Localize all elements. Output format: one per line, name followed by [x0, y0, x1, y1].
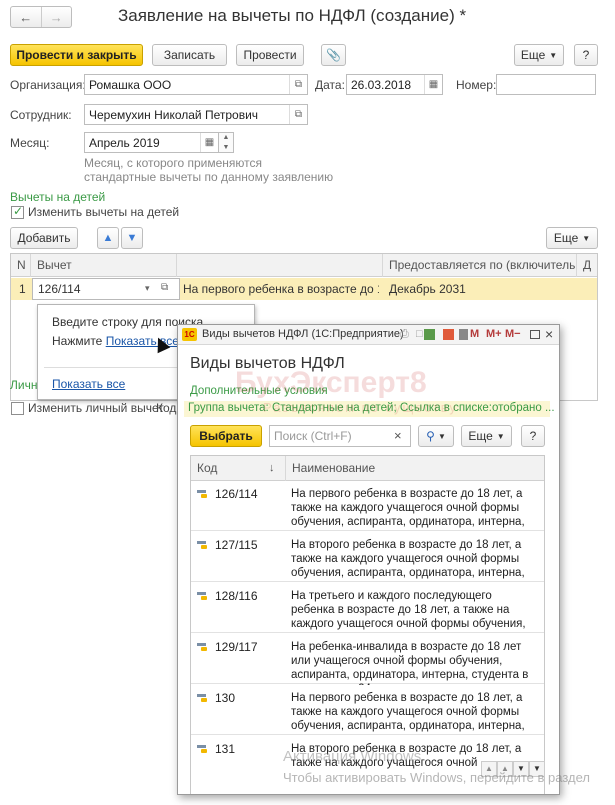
forward-arrow-icon[interactable]: →	[42, 7, 72, 27]
memory-add-icon[interactable]: M+	[486, 328, 502, 340]
deduction-list-header: Код ↓ Наименование	[191, 456, 544, 481]
back-arrow-icon[interactable]: ←	[11, 7, 42, 27]
show-all-link[interactable]: Показать все	[52, 377, 125, 391]
search-button[interactable]: ⚲ ▼	[418, 425, 454, 447]
column-header-until[interactable]: Предоставляется по (включительно)	[383, 254, 577, 277]
caret-down-icon: ▼	[549, 50, 558, 60]
list-item[interactable]: 126/114 На первого ребенка в возрасте до…	[191, 481, 544, 542]
deduction-item-icon	[197, 744, 209, 754]
children-change-label: Изменить вычеты на детей	[28, 205, 180, 219]
column-header-n[interactable]: N	[11, 254, 31, 277]
caret-down-icon: ▼	[437, 431, 446, 441]
row-number: 1	[19, 282, 26, 296]
open-icon[interactable]: ⧉	[161, 282, 168, 293]
caret-down-icon: ▼	[582, 233, 591, 243]
search-input[interactable]: Поиск (Ctrl+F)	[269, 425, 411, 447]
memory-icon[interactable]: M	[470, 328, 479, 340]
calendar-icon[interactable]: ▦	[200, 133, 218, 152]
month-label: Месяц:	[10, 136, 50, 150]
deduction-item-icon	[197, 540, 209, 550]
list-item[interactable]: 130 На первого ребенка в возрасте до 18 …	[191, 685, 544, 746]
date-label: Дата:	[315, 78, 345, 92]
add-button[interactable]: Добавить	[10, 227, 78, 249]
deduction-item-icon	[197, 489, 209, 499]
dialog-titlebar-text: Виды вычетов НДФЛ (1С:Предприятие)	[202, 328, 404, 340]
deduction-item-icon	[197, 591, 209, 601]
arrow-up-icon: ▲	[102, 232, 114, 244]
dropdown-icon[interactable]: ▾	[145, 283, 150, 294]
memory-subtract-icon[interactable]: M−	[505, 328, 521, 340]
window-title: Заявление на вычеты по НДФЛ (создание) *	[118, 6, 467, 25]
table-icon[interactable]	[424, 329, 435, 340]
maximize-icon[interactable]	[530, 330, 540, 339]
calendar-icon[interactable]	[443, 329, 454, 340]
personal-change-label: Изменить личный вычет	[28, 401, 164, 415]
personal-section-title: Личн	[10, 378, 38, 392]
table-row[interactable]: 1 126/114 ▾ ⧉ На первого ребенка в возра…	[11, 278, 597, 300]
nav-buttons: ← →	[10, 6, 72, 28]
help-button[interactable]: ?	[574, 44, 598, 66]
checkmark-icon: ✓	[13, 204, 24, 218]
deduction-list: Код ↓ Наименование 126/114 На первого ре…	[190, 455, 545, 794]
watermark-logo: БухЭксперт8	[235, 366, 427, 399]
month-hint-1: Месяц, с которого применяются	[84, 156, 262, 170]
open-icon[interactable]: ⧉	[289, 75, 307, 94]
print-icon[interactable]: ⎙	[400, 328, 409, 341]
os-activation-title: Активация Windows	[283, 748, 422, 765]
deduction-item-icon	[197, 642, 209, 652]
row-description: На первого ребенка в возрасте до 1...	[183, 282, 379, 296]
month-hint-2: стандартные вычеты по данному заявлению	[84, 170, 334, 184]
number-label: Номер:	[456, 78, 497, 92]
column-header-code[interactable]: Код ↓	[191, 456, 286, 481]
row-code-cell[interactable]: 126/114 ▾ ⧉	[32, 278, 180, 300]
dialog-more-button[interactable]: Еще ▼	[461, 425, 512, 447]
children-change-checkbox[interactable]: ✓	[11, 204, 24, 219]
sort-down-icon: ↓	[269, 462, 275, 474]
close-icon[interactable]: ×	[545, 326, 553, 342]
employee-field[interactable]: Черемухин Николай Петрович	[84, 104, 308, 125]
deduction-item-icon	[197, 693, 209, 703]
app-logo-icon: 1С	[182, 328, 197, 341]
watermark-tagline: Разъясняем по существу	[263, 400, 458, 415]
column-header-description[interactable]	[177, 254, 383, 277]
post-button[interactable]: Провести	[236, 44, 304, 66]
open-icon[interactable]: ⧉	[289, 105, 307, 124]
employee-label: Сотрудник:	[10, 108, 72, 122]
list-item[interactable]: 129/117 На ребенка-инвалида в возрасте д…	[191, 634, 544, 695]
attach-button[interactable]: 📎	[321, 44, 346, 66]
row-until: Декабрь 2031	[389, 282, 466, 296]
calendar-icon[interactable]: ▦	[424, 75, 442, 94]
org-label: Организация:	[10, 78, 86, 92]
children-table-header: N Вычет Предоставляется по (включительно…	[11, 254, 597, 277]
dialog-help-button[interactable]: ?	[521, 425, 545, 447]
save-button[interactable]: Записать	[152, 44, 227, 66]
month-stepper[interactable]: ▲ ▼	[218, 132, 234, 153]
personal-code-label: Код	[156, 401, 177, 415]
list-item[interactable]: 127/115 На второго ребенка в возрасте до…	[191, 532, 544, 593]
paperclip-icon: 📎	[326, 48, 341, 62]
select-button[interactable]: Выбрать	[190, 425, 262, 447]
column-header-deduction[interactable]: Вычет	[31, 254, 177, 277]
org-field[interactable]: Ромашка ООО	[84, 74, 308, 95]
clear-icon[interactable]: ×	[394, 428, 402, 443]
number-field[interactable]	[496, 74, 596, 95]
caret-down-icon: ▼	[496, 431, 505, 441]
save-icon[interactable]: □	[416, 328, 423, 340]
arrow-down-icon: ▼	[126, 232, 138, 244]
post-and-close-button[interactable]: Провести и закрыть	[10, 44, 143, 66]
search-icon: ⚲	[426, 429, 435, 443]
more-button[interactable]: Еще ▼	[514, 44, 564, 66]
children-section-title: Вычеты на детей	[10, 190, 106, 204]
move-down-button[interactable]: ▼	[121, 227, 143, 249]
os-activation-text: Чтобы активировать Windows, перейдите в …	[283, 770, 590, 785]
children-more-button[interactable]: Еще ▼	[546, 227, 598, 249]
move-up-button[interactable]: ▲	[97, 227, 119, 249]
list-item[interactable]: 128/116 На третьего и каждого последующе…	[191, 583, 544, 644]
column-header-d[interactable]: Д	[577, 254, 597, 277]
column-header-name[interactable]: Наименование	[286, 456, 544, 481]
personal-change-checkbox[interactable]	[11, 402, 24, 415]
dialog-titlebar: 1С Виды вычетов НДФЛ (1С:Предприятие) ⎙ …	[178, 325, 559, 345]
calculator-icon[interactable]	[459, 329, 468, 340]
